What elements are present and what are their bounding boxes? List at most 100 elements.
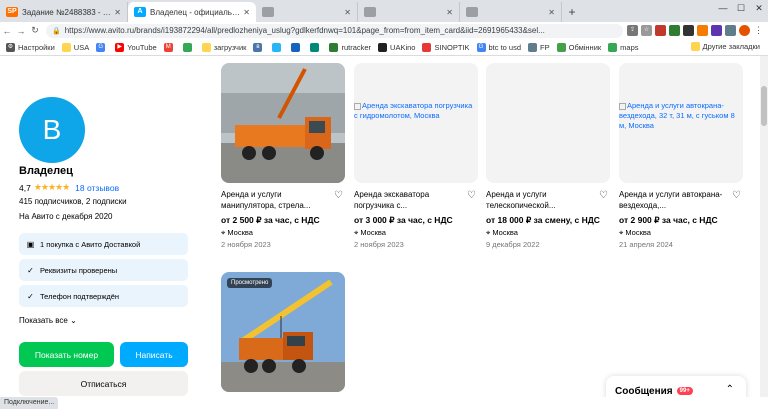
sinoptik-icon (422, 42, 432, 52)
bookmark-item[interactable]: maps (608, 42, 639, 52)
lock-icon: 🔒 (52, 27, 61, 35)
maximize-icon[interactable]: ☐ (732, 0, 750, 16)
address-bar-row: ← → ↻ 🔒 https://www.avito.ru/brands/i193… (0, 22, 768, 39)
listing-image[interactable]: Аренда и услуги автокрана-вездехода, 32 … (619, 63, 743, 183)
tab-3[interactable]: ✕ (256, 2, 358, 22)
listing-title[interactable]: Аренда и услуги телескопической... (486, 189, 596, 211)
bookmark-item[interactable]: Gbtc to usd (476, 42, 521, 52)
bookmark-item[interactable]: UAKino (378, 42, 415, 52)
bookmark-item[interactable]: в (253, 42, 265, 52)
listing-card[interactable]: Аренда и услуги автокрана-вездехода, 32 … (619, 63, 743, 249)
favorite-heart-icon[interactable]: ♡ (599, 190, 608, 201)
new-tab-button[interactable]: + (562, 2, 582, 22)
listing-card[interactable]: ♡ Аренда и услуги манипулятора, стрела..… (221, 63, 345, 249)
reload-icon[interactable]: ↻ (28, 25, 42, 36)
puzzle-icon[interactable] (725, 25, 736, 36)
rating-value: 4,7 (19, 182, 31, 193)
bookmark-item[interactable] (291, 42, 303, 52)
rutracker-icon (329, 42, 339, 52)
profile-avatar-icon[interactable] (739, 25, 750, 36)
bookmark-item[interactable]: SINOPTIK (422, 42, 470, 52)
close-icon[interactable]: ✕ (114, 8, 121, 17)
bookmark-item[interactable] (310, 42, 322, 52)
tab-4[interactable]: ✕ (358, 2, 460, 22)
listing-title[interactable]: Аренда и услуги автокрана-вездехода,... (619, 189, 729, 211)
bookmark-item[interactable]: Обмінник (556, 42, 601, 52)
bookmarks-bar: ⚙ Настройки USA G ▶ YouTube M загрузчик в … (0, 39, 768, 56)
listing-image[interactable]: Просмотрено (221, 272, 345, 392)
extension-icon[interactable] (683, 25, 694, 36)
bookmark-item[interactable] (272, 42, 284, 52)
bookmark-item[interactable]: ▶ YouTube (115, 42, 157, 52)
bookmark-item[interactable]: FP (528, 42, 550, 52)
show-all-link[interactable]: Показать все ⌄ (19, 316, 77, 325)
share-icon[interactable]: ⇪ (627, 25, 638, 36)
favorite-heart-icon[interactable]: ♡ (334, 190, 343, 201)
listing-card[interactable]: ♡ Аренда и услуги телескопической... от … (486, 63, 610, 249)
bookmark-item[interactable]: USA (61, 42, 89, 52)
package-icon: ▣ (26, 239, 35, 249)
star-icon[interactable]: ☆ (641, 25, 652, 36)
show-phone-button[interactable]: Показать номер (19, 342, 114, 367)
chevron-down-icon: ⌄ (70, 316, 77, 325)
page-favicon-icon (364, 7, 376, 17)
other-bookmarks[interactable]: Другие закладки (690, 42, 760, 51)
listing-price: от 2 500 ₽ за час, с НДС (221, 215, 320, 225)
extension-icon[interactable] (697, 25, 708, 36)
back-icon[interactable]: ← (0, 26, 14, 36)
url-input[interactable]: 🔒 https://www.avito.ru/brands/i193872294… (46, 23, 623, 38)
location-pin-icon: ⌖ (221, 228, 226, 237)
tab-title: Владелец - официальная страни (150, 7, 241, 17)
extension-icon[interactable] (669, 25, 680, 36)
listing-image[interactable] (486, 63, 610, 183)
window-controls: — ☐ ✕ (714, 0, 768, 16)
forward-icon[interactable]: → (14, 26, 28, 36)
close-icon[interactable]: ✕ (243, 8, 250, 17)
bookmark-item[interactable]: M (163, 42, 176, 52)
tab-5[interactable]: ✕ (460, 2, 562, 22)
google-icon: G (476, 42, 486, 52)
bookmark-item[interactable]: rutracker (329, 42, 371, 52)
listing-card[interactable]: Аренда экскаватора погрузчика с гидромол… (354, 63, 478, 249)
drive-icon (182, 42, 192, 52)
listing-card[interactable]: Просмотрено (221, 272, 345, 392)
listing-date: 21 апреля 2024 (619, 240, 673, 249)
tab-avito[interactable]: A Владелец - официальная страни ✕ (128, 2, 256, 22)
listing-date: 2 ноября 2023 (354, 240, 404, 249)
bookmark-icon (291, 42, 301, 52)
minimize-icon[interactable]: — (714, 0, 732, 16)
seller-avatar[interactable]: В (19, 97, 85, 163)
listing-title[interactable]: Аренда и услуги манипулятора, стрела... (221, 189, 331, 211)
bookmark-item[interactable]: ⚙ Настройки (6, 42, 55, 52)
chevron-up-icon[interactable]: ⌃ (726, 384, 734, 395)
favorite-heart-icon[interactable]: ♡ (467, 190, 476, 201)
youtube-icon: ▶ (115, 42, 125, 52)
close-window-icon[interactable]: ✕ (750, 0, 768, 16)
extension-icon[interactable] (655, 25, 666, 36)
tab-task[interactable]: SP Задание №2488383 - просмотр з ✕ (0, 2, 128, 22)
close-icon[interactable]: ✕ (446, 8, 453, 17)
write-button[interactable]: Написать (120, 342, 188, 367)
bookmark-item[interactable]: загрузчик (201, 42, 246, 52)
crane-truck-photo (221, 63, 345, 183)
folder-icon (690, 42, 700, 51)
close-icon[interactable]: ✕ (344, 8, 351, 17)
messages-label: Сообщения (615, 385, 673, 397)
messages-widget[interactable]: Сообщения 99+ ⌃ (606, 376, 746, 397)
telegram-icon (272, 42, 282, 52)
listing-image[interactable]: Аренда экскаватора погрузчика с гидромол… (354, 63, 478, 183)
scrollbar[interactable] (760, 56, 768, 397)
listing-image[interactable] (221, 63, 345, 183)
bookmark-item[interactable] (182, 42, 195, 52)
favorite-heart-icon[interactable]: ♡ (732, 190, 741, 201)
bookmark-icon (528, 42, 538, 52)
reviews-link[interactable]: 18 отзывов (75, 183, 119, 193)
close-icon[interactable]: ✕ (548, 8, 555, 17)
menu-icon[interactable]: ⋮ (753, 25, 764, 36)
extension-icon[interactable] (711, 25, 722, 36)
unsubscribe-button[interactable]: Отписаться (19, 371, 188, 396)
listing-title[interactable]: Аренда экскаватора погрузчика с... (354, 189, 464, 211)
scrollbar-thumb[interactable] (761, 86, 767, 126)
bookmark-item[interactable]: G (96, 42, 108, 52)
seller-name[interactable]: Владелец (19, 165, 73, 177)
